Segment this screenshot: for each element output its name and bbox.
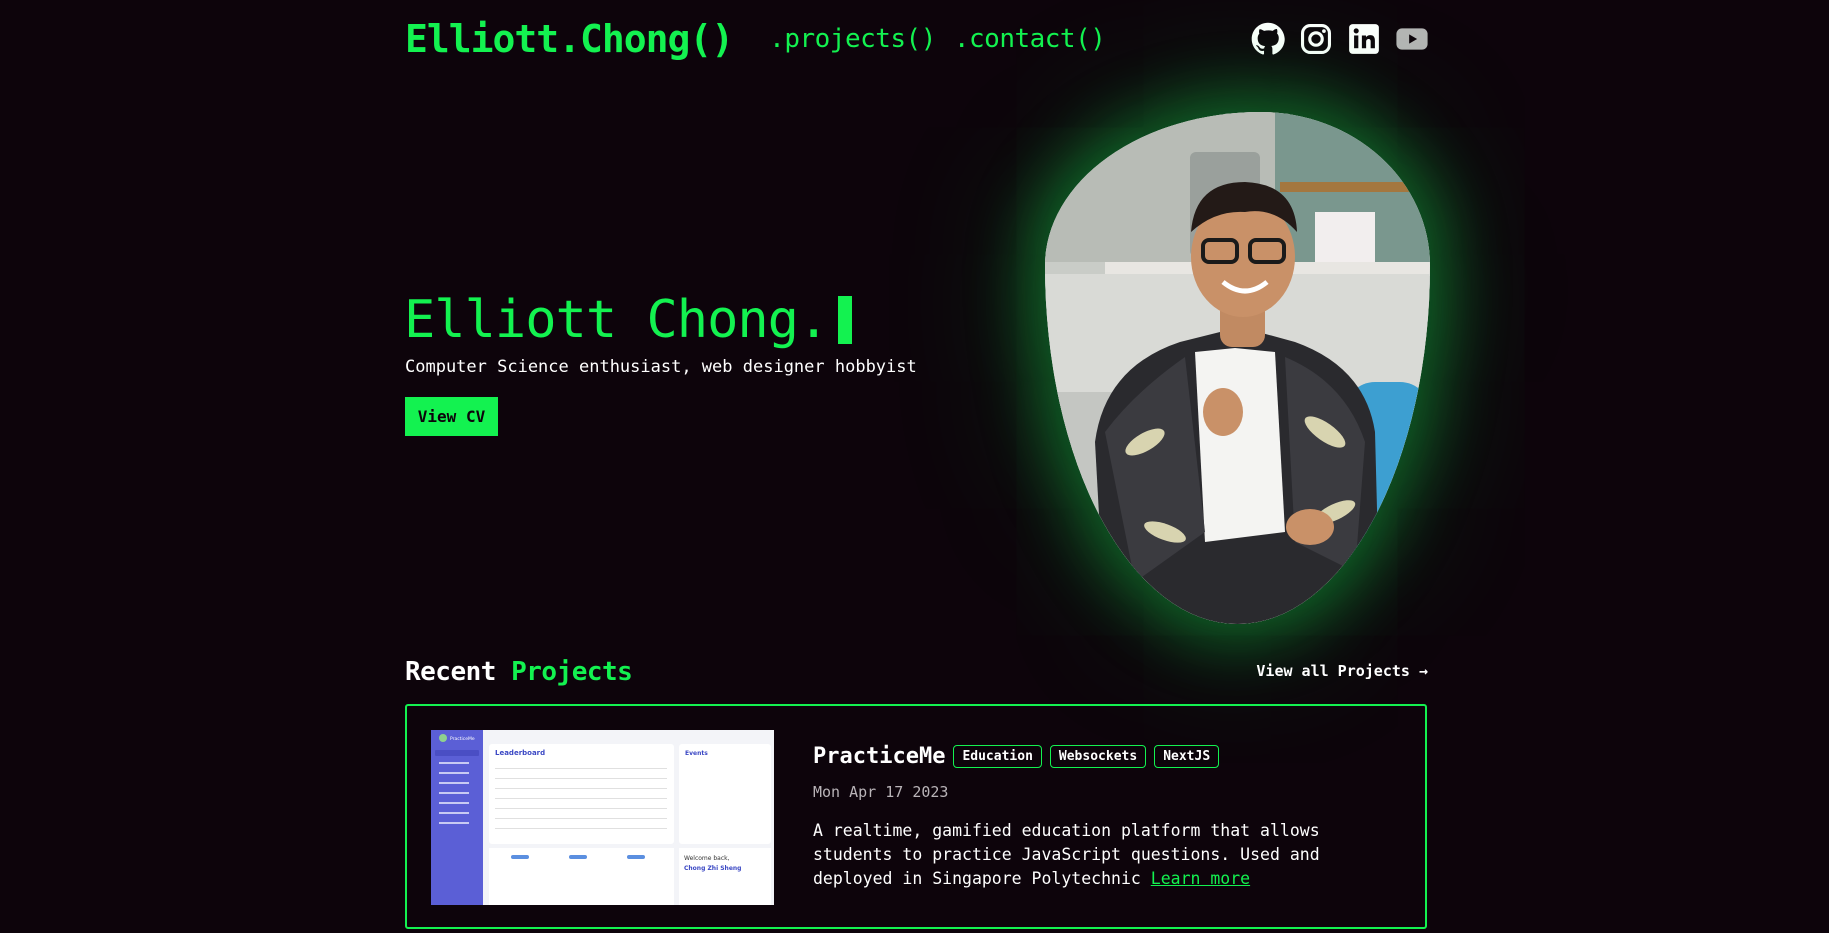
main-nav: .projects() .contact() (769, 24, 1106, 54)
project-header: PracticeMe Education Websockets NextJS (813, 744, 1403, 769)
hero-tagline: Computer Science enthusiast, web designe… (405, 357, 917, 377)
youtube-icon[interactable] (1395, 22, 1429, 56)
recent-projects-heading: Recent Projects (405, 657, 633, 687)
project-date: Mon Apr 17 2023 (813, 783, 949, 801)
heading-recent: Recent (405, 657, 496, 687)
project-thumbnail[interactable]: PracticeMe Leaderboard Events Welcome ba… (431, 730, 774, 905)
hero-name: Elliott Chong. (404, 290, 853, 350)
tag-websockets: Websockets (1049, 745, 1147, 768)
brand-logo-link[interactable]: Elliott.Chong() (405, 17, 734, 61)
site-header: Elliott.Chong() .projects() .contact() (405, 14, 1429, 64)
social-links (1251, 22, 1429, 56)
svg-text:Leaderboard: Leaderboard (495, 749, 545, 757)
svg-text:Events: Events (685, 750, 708, 757)
instagram-icon[interactable] (1299, 22, 1333, 56)
project-description: A realtime, gamified education platform … (813, 819, 1403, 891)
view-cv-button[interactable]: View CV (405, 397, 498, 436)
svg-text:PracticeMe: PracticeMe (450, 736, 475, 742)
project-info: PracticeMe Education Websockets NextJS M… (813, 744, 1403, 891)
project-title: PracticeMe (813, 744, 946, 769)
hero-name-text: Elliott Chong. (404, 290, 829, 350)
learn-more-link[interactable]: Learn more (1151, 869, 1250, 888)
github-icon[interactable] (1251, 22, 1285, 56)
typing-cursor (838, 296, 853, 344)
tag-nextjs: NextJS (1154, 745, 1220, 768)
nav-link-contact[interactable]: .contact() (954, 24, 1106, 54)
linkedin-icon[interactable] (1347, 22, 1381, 56)
project-card[interactable]: PracticeMe Leaderboard Events Welcome ba… (405, 704, 1427, 929)
svg-text:Welcome back,: Welcome back, (684, 855, 730, 862)
profile-photo (1045, 112, 1430, 624)
svg-text:Chong Zhi Sheng: Chong Zhi Sheng (684, 865, 741, 872)
nav-link-projects[interactable]: .projects() (769, 24, 936, 54)
heading-projects: Projects (511, 657, 633, 687)
tag-education: Education (953, 745, 1042, 768)
view-all-projects-link[interactable]: View all Projects → (1256, 662, 1428, 680)
